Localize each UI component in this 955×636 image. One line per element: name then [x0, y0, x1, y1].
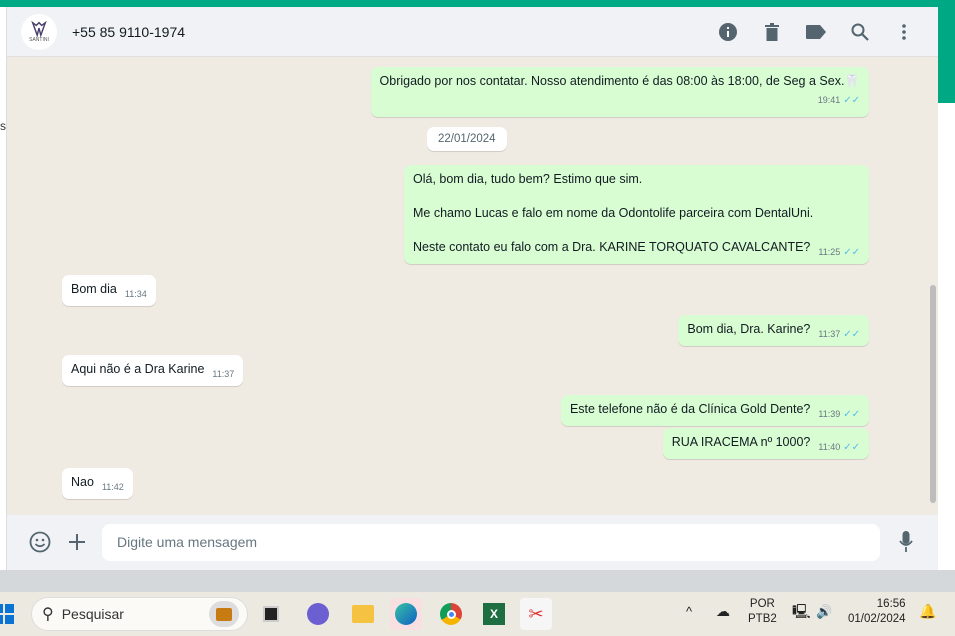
taskbar: ⚲ Pesquisar X ✂ ^ ☁ POR PTB2 🖳 🔊 16:56 01/0…: [0, 592, 955, 636]
message-time: 11:25 ✓✓: [818, 247, 860, 258]
read-ticks-icon: ✓✓: [843, 95, 860, 106]
info-icon[interactable]: [716, 20, 740, 44]
teams-icon[interactable]: [302, 598, 334, 630]
microphone-icon[interactable]: [892, 528, 920, 556]
message-bubble[interactable]: Nao 11:42: [62, 468, 133, 499]
message-text: Obrigado por nos contatar. Nosso atendim…: [379, 74, 860, 88]
chrome-icon[interactable]: [435, 598, 467, 630]
message-text: Bom dia, Dra. Karine?: [687, 322, 811, 336]
message-bubble[interactable]: Aqui não é a Dra Karine 11:37: [62, 355, 244, 386]
search-icon[interactable]: [848, 20, 872, 44]
network-icon[interactable]: 🖳: [792, 604, 811, 619]
message-text: Neste contato eu falo com a Dra. KARINE …: [413, 240, 811, 254]
message-text: Me chamo Lucas e falo em nome da Odontol…: [413, 206, 814, 220]
read-ticks-icon: ✓✓: [843, 247, 860, 258]
chat-window: SANTINI +55 85 9110-1974 Obrigado por no…: [7, 7, 938, 570]
message-text: RUA IRACEMA nº 1000?: [671, 435, 811, 449]
message-text: Aqui não é a Dra Karine: [71, 362, 205, 376]
read-ticks-icon: ✓✓: [843, 442, 860, 453]
briefcase-icon: [209, 601, 239, 627]
message-text: Olá, bom dia, tudo bem? Estimo que sim.: [413, 172, 643, 186]
language-code: POR: [749, 598, 775, 610]
message-bubble[interactable]: Este telefone não é da Clínica Gold Dent…: [560, 395, 869, 426]
task-view-icon[interactable]: [255, 598, 287, 630]
message-time: 11:39 ✓✓: [818, 409, 860, 420]
search-icon: ⚲: [42, 606, 54, 623]
chat-header: SANTINI +55 85 9110-1974: [7, 7, 938, 57]
onedrive-offline-icon[interactable]: ☁: [716, 604, 730, 619]
taskbar-search[interactable]: ⚲ Pesquisar: [31, 597, 248, 631]
label-icon[interactable]: [804, 20, 828, 44]
message-time: 11:37 ✓✓: [818, 329, 860, 340]
start-windows-icon[interactable]: [0, 598, 20, 630]
message-bubble[interactable]: Bom dia 11:34: [62, 275, 156, 306]
background-text: s: [0, 119, 6, 133]
scrollbar[interactable]: [930, 285, 936, 503]
emoji-icon[interactable]: [26, 528, 54, 556]
message-bubble[interactable]: RUA IRACEMA nº 1000? 11:40 ✓✓: [662, 428, 869, 459]
message-list: Obrigado por nos contatar. Nosso atendim…: [7, 57, 938, 515]
snipping-tool-icon[interactable]: ✂: [520, 598, 552, 630]
read-ticks-icon: ✓✓: [843, 409, 860, 420]
desktop-gap: [0, 570, 955, 592]
file-explorer-icon[interactable]: [347, 598, 379, 630]
date-chip: 22/01/2024: [427, 127, 507, 151]
contact-name[interactable]: +55 85 9110-1974: [72, 24, 185, 40]
message-text: Bom dia: [71, 282, 117, 296]
message-time: 11:42: [101, 482, 124, 492]
clock-time: 16:56: [876, 598, 906, 610]
message-text: Nao: [71, 475, 94, 489]
attach-plus-icon[interactable]: [63, 528, 91, 556]
read-ticks-icon: ✓✓: [843, 329, 860, 340]
clock[interactable]: 16:56 01/02/2024: [848, 597, 906, 627]
avatar[interactable]: SANTINI: [21, 13, 57, 50]
delete-icon[interactable]: [760, 20, 784, 44]
keyboard-layout: PTB2: [748, 613, 777, 625]
notifications-bell-icon[interactable]: 🔔: [919, 604, 936, 619]
message-bubble[interactable]: Olá, bom dia, tudo bem? Estimo que sim. M…: [404, 165, 869, 264]
message-time: 11:34: [124, 289, 147, 299]
message-bubble[interactable]: Obrigado por nos contatar. Nosso atendim…: [370, 67, 869, 117]
app-accent-bar: [0, 0, 955, 7]
input-language[interactable]: POR PTB2: [748, 597, 777, 627]
logo-icon: [31, 20, 47, 38]
message-text: Este telefone não é da Clínica Gold Dent…: [569, 402, 811, 416]
compose-bar: Digite uma mensagem: [7, 515, 938, 570]
app-accent-bar-right: [938, 0, 955, 103]
message-time: 19:41 ✓✓: [817, 95, 860, 106]
message-bubble[interactable]: Bom dia, Dra. Karine? 11:37 ✓✓: [678, 315, 869, 346]
show-hidden-icons-icon[interactable]: ^: [686, 604, 692, 619]
message-time: 11:40 ✓✓: [818, 442, 860, 453]
volume-icon[interactable]: 🔊: [816, 604, 832, 619]
menu-icon[interactable]: [892, 20, 916, 44]
background-window: s: [0, 7, 7, 570]
edge-icon[interactable]: [390, 598, 422, 630]
clock-date: 01/02/2024: [848, 613, 906, 625]
avatar-logo-text: SANTINI: [29, 37, 49, 43]
message-time: 11:37: [212, 369, 235, 379]
excel-icon[interactable]: X: [478, 598, 510, 630]
message-input[interactable]: Digite uma mensagem: [102, 524, 880, 561]
search-label: Pesquisar: [61, 606, 124, 622]
